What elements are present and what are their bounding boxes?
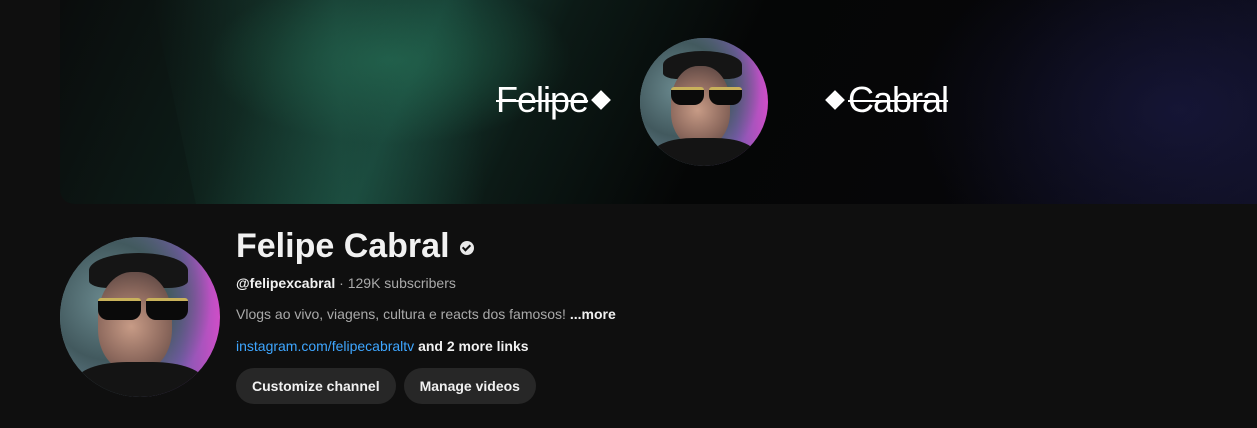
channel-links: instagram.com/felipecabraltv and 2 more …	[236, 336, 529, 356]
subscriber-count: 129K subscribers	[347, 275, 456, 291]
banner-first-name-text: Felipe	[496, 79, 589, 120]
channel-banner: Felipe Cabral	[60, 0, 1257, 204]
instagram-link[interactable]: instagram.com/felipecabraltv	[236, 338, 414, 354]
banner-avatar	[640, 38, 768, 166]
diamond-icon	[825, 90, 845, 111]
manage-videos-button[interactable]: Manage videos	[403, 368, 536, 404]
more-links-link[interactable]: and 2 more links	[418, 338, 528, 354]
verified-icon	[459, 241, 474, 255]
banner-first-name: Felipe	[496, 78, 614, 122]
channel-title: Felipe Cabral	[236, 224, 474, 268]
channel-page: Felipe Cabral Felipe Cabral @felipexcabr…	[0, 0, 1257, 428]
channel-avatar[interactable]	[60, 237, 220, 397]
channel-handle: @felipexcabral	[236, 275, 336, 291]
description-text: Vlogs ao vivo, viagens, cultura e reacts…	[236, 306, 566, 322]
channel-actions: Customize channel Manage videos	[236, 368, 536, 404]
meta-separator: ·	[335, 275, 348, 291]
channel-meta: @felipexcabral · 129K subscribers	[236, 273, 456, 293]
channel-name: Felipe Cabral	[236, 227, 450, 265]
banner-last-name: Cabral	[822, 78, 949, 122]
banner-last-name-text: Cabral	[848, 79, 949, 120]
channel-description[interactable]: Vlogs ao vivo, viagens, cultura e reacts…	[236, 304, 616, 324]
description-more-link[interactable]: ...more	[570, 306, 616, 322]
customize-channel-button[interactable]: Customize channel	[236, 368, 396, 404]
diamond-icon	[591, 90, 611, 111]
